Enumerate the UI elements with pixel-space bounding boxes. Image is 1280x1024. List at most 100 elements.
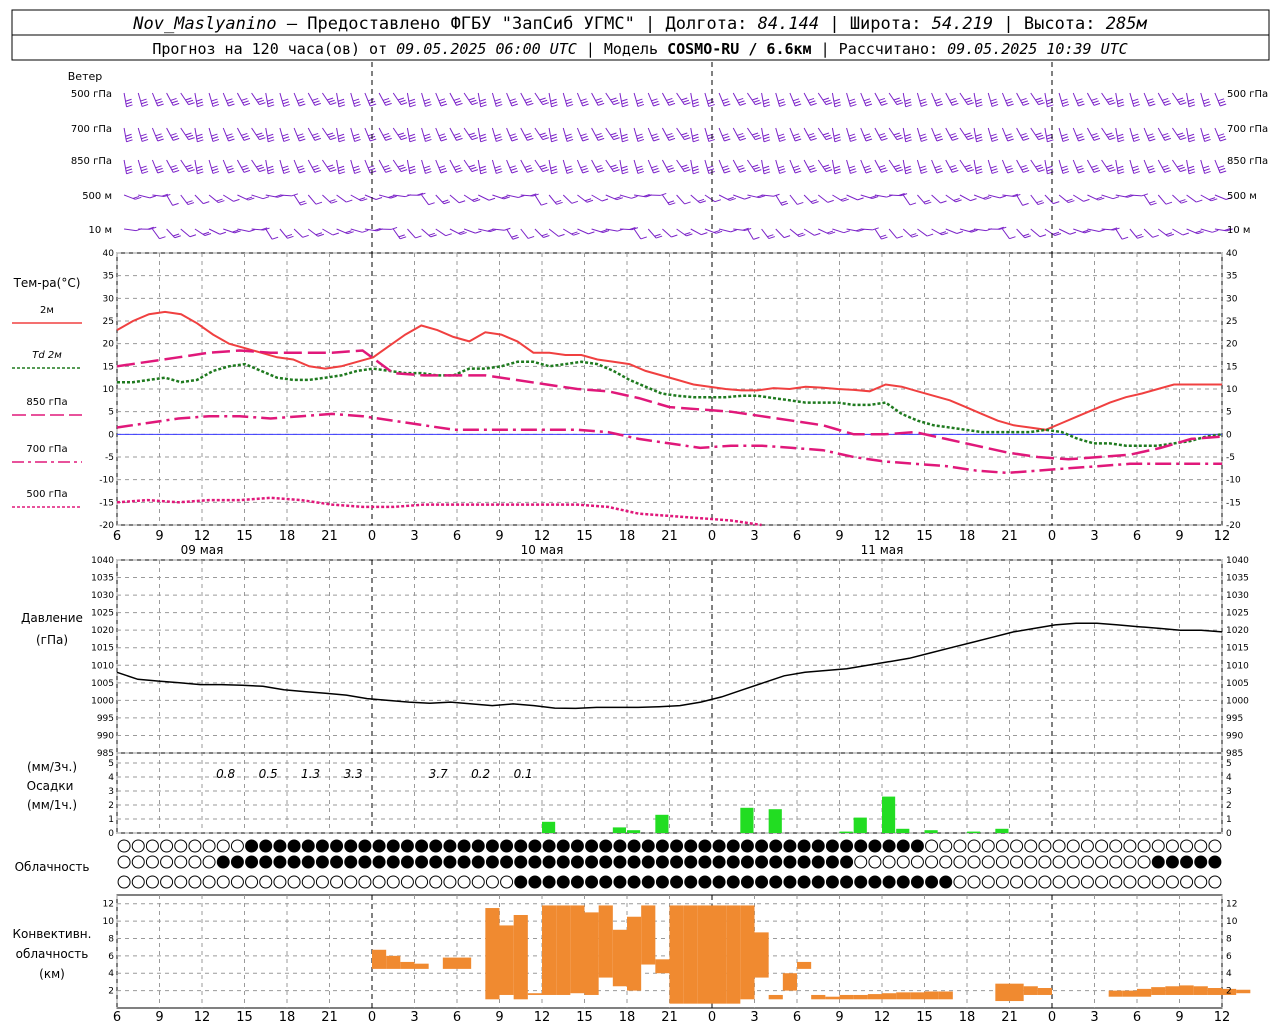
wind-barb-shaft [194, 92, 198, 107]
wind-barb-shaft [1143, 92, 1150, 107]
wind-barb-feather [681, 164, 688, 168]
wind-barb-feather [495, 168, 502, 172]
wind-barb-feather [952, 102, 959, 106]
wind-barb-feather [243, 169, 251, 173]
wind-barb-shaft [421, 127, 426, 142]
wind-barb-feather [439, 135, 447, 139]
wind-barb-shaft [137, 127, 143, 142]
cloud-cover-symbol [1151, 855, 1165, 869]
wind-barb-feather [1091, 97, 1098, 101]
wind-barb-feather [338, 171, 346, 175]
wind-barb-feather [1218, 167, 1226, 171]
cloud-cover-symbol [740, 875, 754, 889]
wind-barb-shaft [1214, 159, 1221, 174]
pressure-tick-right: 1015 [1226, 644, 1249, 654]
conv-cloud-bar [513, 914, 528, 1000]
wind-barb-feather [919, 165, 926, 169]
wind-barb-feather [682, 99, 690, 103]
wind-barb-feather [415, 235, 422, 239]
wind-barb-feather [1006, 167, 1013, 171]
wind-barb-shaft [690, 127, 694, 142]
cloud-cover-symbol [783, 839, 797, 853]
wind-barb-feather [1176, 132, 1184, 136]
cloud-cover-symbol [117, 855, 131, 869]
wind-barb-shaft [761, 228, 770, 239]
wind-barb-feather [423, 133, 431, 137]
wind-barb-shaft [477, 127, 482, 142]
wind-barb-feather [1020, 97, 1027, 101]
hour-label: 9 [835, 529, 843, 544]
hour-label-bottom: 3 [1090, 1010, 1098, 1024]
wind-barb-feather [518, 195, 525, 198]
wind-barb-feather [880, 135, 887, 139]
wind-barb-feather [455, 135, 462, 139]
wind-barb-feather [1098, 229, 1106, 232]
precip-tick-left: 0 [108, 829, 114, 839]
cloud-cover-symbol [868, 855, 882, 869]
wind-barb-feather [283, 103, 290, 107]
wind-barb-feather [212, 136, 219, 140]
cloud-cover-symbol [967, 839, 981, 853]
wind-barb-feather [257, 99, 265, 103]
wind-barb-shaft [336, 194, 347, 203]
wind-barb-shaft [619, 159, 623, 174]
legend-label: 2м [40, 305, 54, 316]
wind-barb-feather [211, 98, 218, 102]
wind-barb-feather [282, 136, 290, 140]
wind-barb-feather [1178, 134, 1185, 138]
wind-barb-feather [1021, 135, 1028, 139]
wind-barb-feather [125, 168, 133, 172]
wind-barb-feather [697, 198, 705, 202]
wind-barb-feather [140, 165, 147, 169]
cloud-cover-symbol [726, 875, 740, 889]
wind-barb-feather [185, 132, 192, 136]
wind-barb-feather [848, 165, 856, 169]
wind-barb-feather [550, 133, 557, 137]
cloud-cover-symbol [1024, 855, 1038, 869]
wind-barb-shaft [775, 92, 781, 107]
cloud-cover-symbol [939, 875, 953, 889]
wind-barb-feather [248, 229, 256, 232]
cloud-cover-symbol [500, 875, 514, 889]
wind-barb-feather [935, 100, 942, 104]
wind-barb-feather [1220, 138, 1227, 142]
wind-barb-shaft [591, 92, 599, 106]
wind-barb-feather [285, 233, 293, 237]
wind-barb-feather [1106, 164, 1113, 168]
wind-barb-feather [1037, 202, 1045, 206]
wind-barb-feather [480, 136, 487, 140]
wind-barb-feather [952, 137, 959, 141]
wind-barb-feather [226, 165, 233, 169]
cloud-cover-symbol [1165, 875, 1179, 889]
wind-barb-feather [440, 103, 448, 107]
wind-barb-feather [1118, 171, 1125, 175]
wind-barb-feather [125, 133, 132, 137]
conv-tick-right: 10 [1226, 917, 1238, 927]
wind-barb-shaft [846, 127, 851, 142]
wind-barb-feather [542, 169, 549, 173]
cloud-cover-symbol [613, 855, 627, 869]
wind-barb-shaft [1086, 127, 1095, 141]
wind-barb-feather [509, 98, 516, 102]
wind-barb-feather [186, 99, 194, 103]
cloud-cover-symbol [245, 839, 259, 853]
wind-barb-feather [141, 168, 148, 172]
wind-barb-feather [850, 103, 857, 107]
wind-barb-feather [353, 136, 360, 140]
wind-barb-shaft [279, 92, 285, 107]
wind-barb-feather [666, 132, 673, 136]
wind-barb-feather [352, 133, 360, 137]
wind-barb-shaft [364, 127, 371, 142]
wind-barb-feather [352, 165, 360, 169]
wind-barb-shaft [293, 127, 300, 142]
wind-barb-shaft [166, 228, 176, 239]
wind-barb-feather [1165, 201, 1173, 205]
wind-barb-feather [895, 99, 902, 103]
wind-barb-feather [1148, 167, 1155, 171]
wind-barb-feather [1047, 104, 1054, 108]
wind-barb-feather [936, 138, 943, 142]
wind-barb-shaft [803, 159, 812, 173]
wind-barb-shaft [548, 228, 559, 237]
cloud-cover-symbol [330, 839, 344, 853]
wind-barb-feather [399, 99, 406, 103]
